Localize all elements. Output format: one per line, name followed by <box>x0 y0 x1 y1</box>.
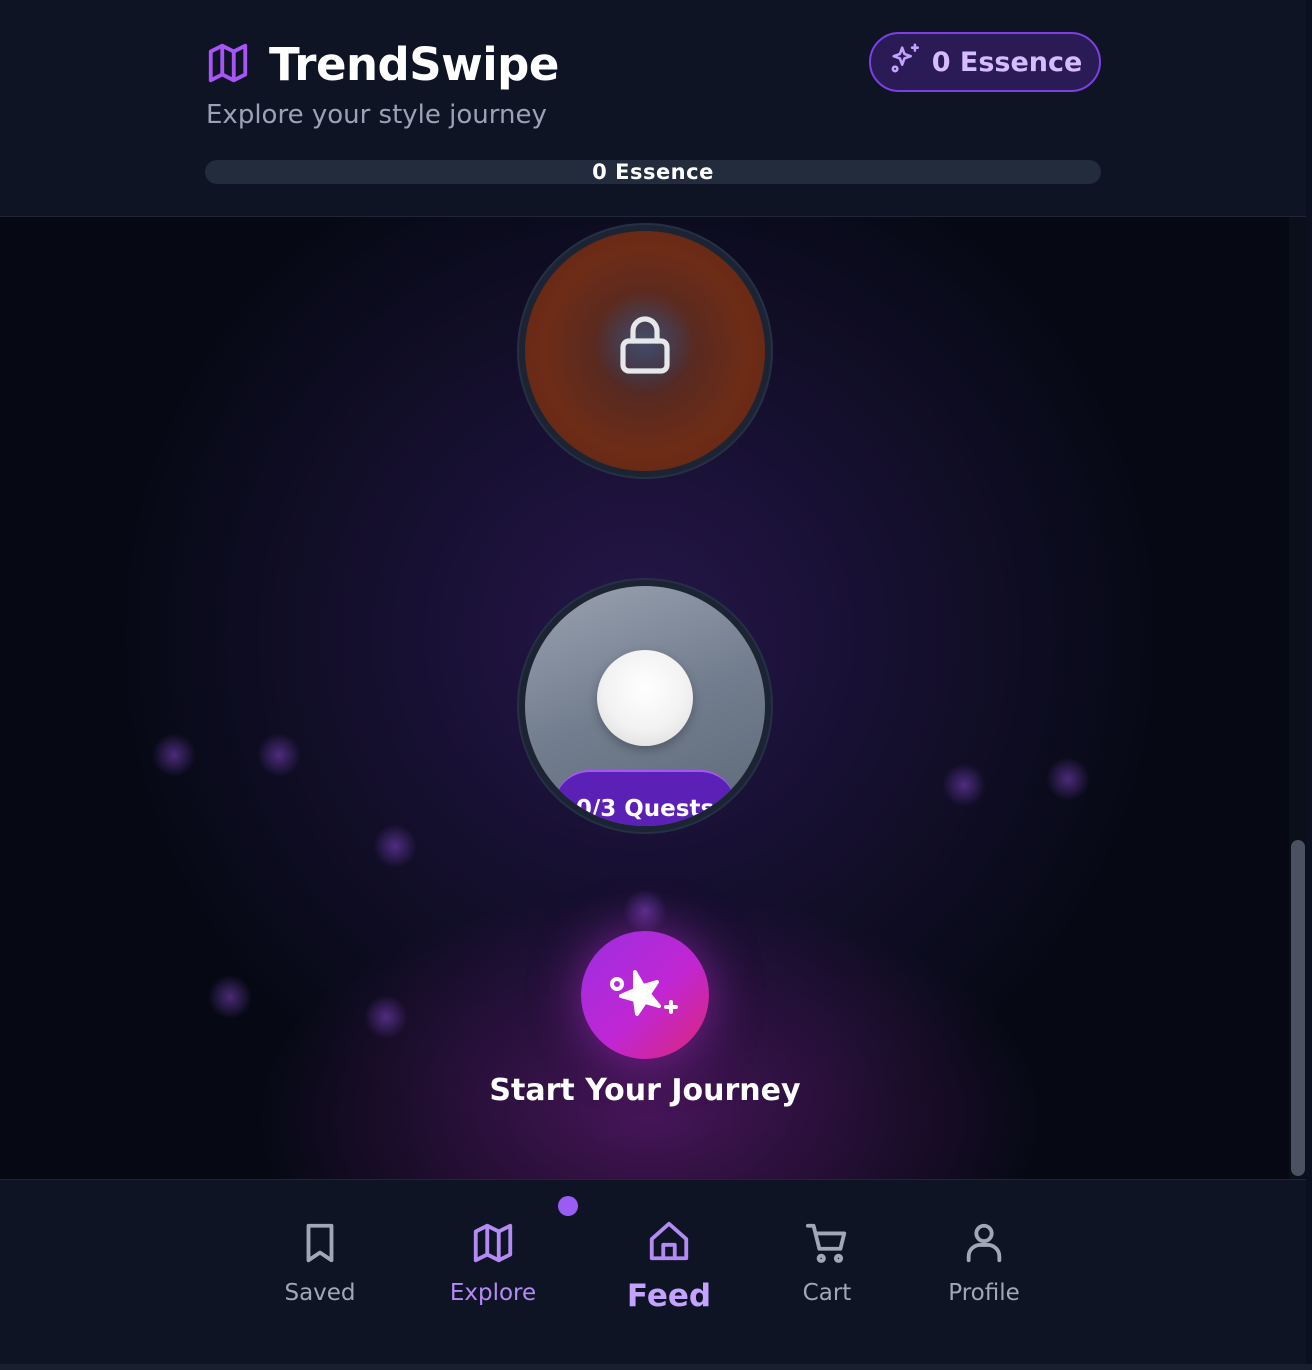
background-particle <box>623 889 667 933</box>
locked-journey-node[interactable] <box>517 223 773 479</box>
background-particle <box>208 975 252 1019</box>
nav-feed[interactable]: Feed <box>599 1208 739 1348</box>
user-icon <box>914 1220 1054 1266</box>
background-particle <box>364 995 408 1039</box>
nav-cart[interactable]: Cart <box>757 1220 897 1306</box>
background-particle <box>152 733 196 777</box>
essence-progress-label: 0 Essence <box>592 160 714 184</box>
active-node-image: 0/3 Quests <box>525 586 765 826</box>
nav-saved-label: Saved <box>284 1280 356 1306</box>
app-title: TrendSwipe <box>269 38 559 91</box>
background-particle <box>257 733 301 777</box>
start-journey-button[interactable] <box>581 931 709 1059</box>
bookmark-icon <box>250 1220 390 1266</box>
essence-badge[interactable]: 0 Essence <box>869 32 1101 92</box>
sparkles-icon <box>888 42 922 83</box>
background-particle <box>942 763 986 807</box>
sparkle-burst-icon <box>605 958 685 1032</box>
nav-explore[interactable]: Explore <box>423 1220 563 1306</box>
nav-cart-label: Cart <box>802 1280 852 1306</box>
bottom-navigation: Saved Explore Feed Cart Profile <box>0 1179 1306 1364</box>
background-particle <box>1046 757 1090 801</box>
map-icon <box>205 40 251 90</box>
essence-progress-bar: 0 Essence <box>205 160 1101 184</box>
bottom-edge <box>0 1364 1312 1370</box>
nav-profile-label: Profile <box>948 1280 1020 1306</box>
app-subtitle: Explore your style journey <box>206 100 547 130</box>
active-journey-node[interactable]: 0/3 Quests <box>517 578 773 834</box>
nav-feed-label: Feed <box>626 1278 712 1314</box>
start-journey-label: Start Your Journey <box>489 1073 801 1108</box>
journey-map[interactable]: 0/3 Quests Start Your Journey <box>0 217 1306 1179</box>
nav-profile[interactable]: Profile <box>914 1220 1054 1306</box>
notification-dot <box>558 1196 578 1216</box>
app-header: TrendSwipe Explore your style journey 0 … <box>0 0 1306 217</box>
background-particle <box>373 824 417 868</box>
cart-icon <box>757 1220 897 1266</box>
locked-node-image <box>525 231 765 471</box>
map-icon <box>423 1220 563 1266</box>
home-icon <box>599 1218 739 1264</box>
quest-progress-badge: 0/3 Quests <box>555 770 735 826</box>
brand[interactable]: TrendSwipe <box>205 38 559 91</box>
nav-explore-label: Explore <box>449 1280 537 1306</box>
scrollbar-thumb[interactable] <box>1291 840 1305 1176</box>
orb-avatar <box>597 650 693 746</box>
essence-badge-label: 0 Essence <box>931 46 1083 78</box>
nav-saved[interactable]: Saved <box>250 1220 390 1306</box>
